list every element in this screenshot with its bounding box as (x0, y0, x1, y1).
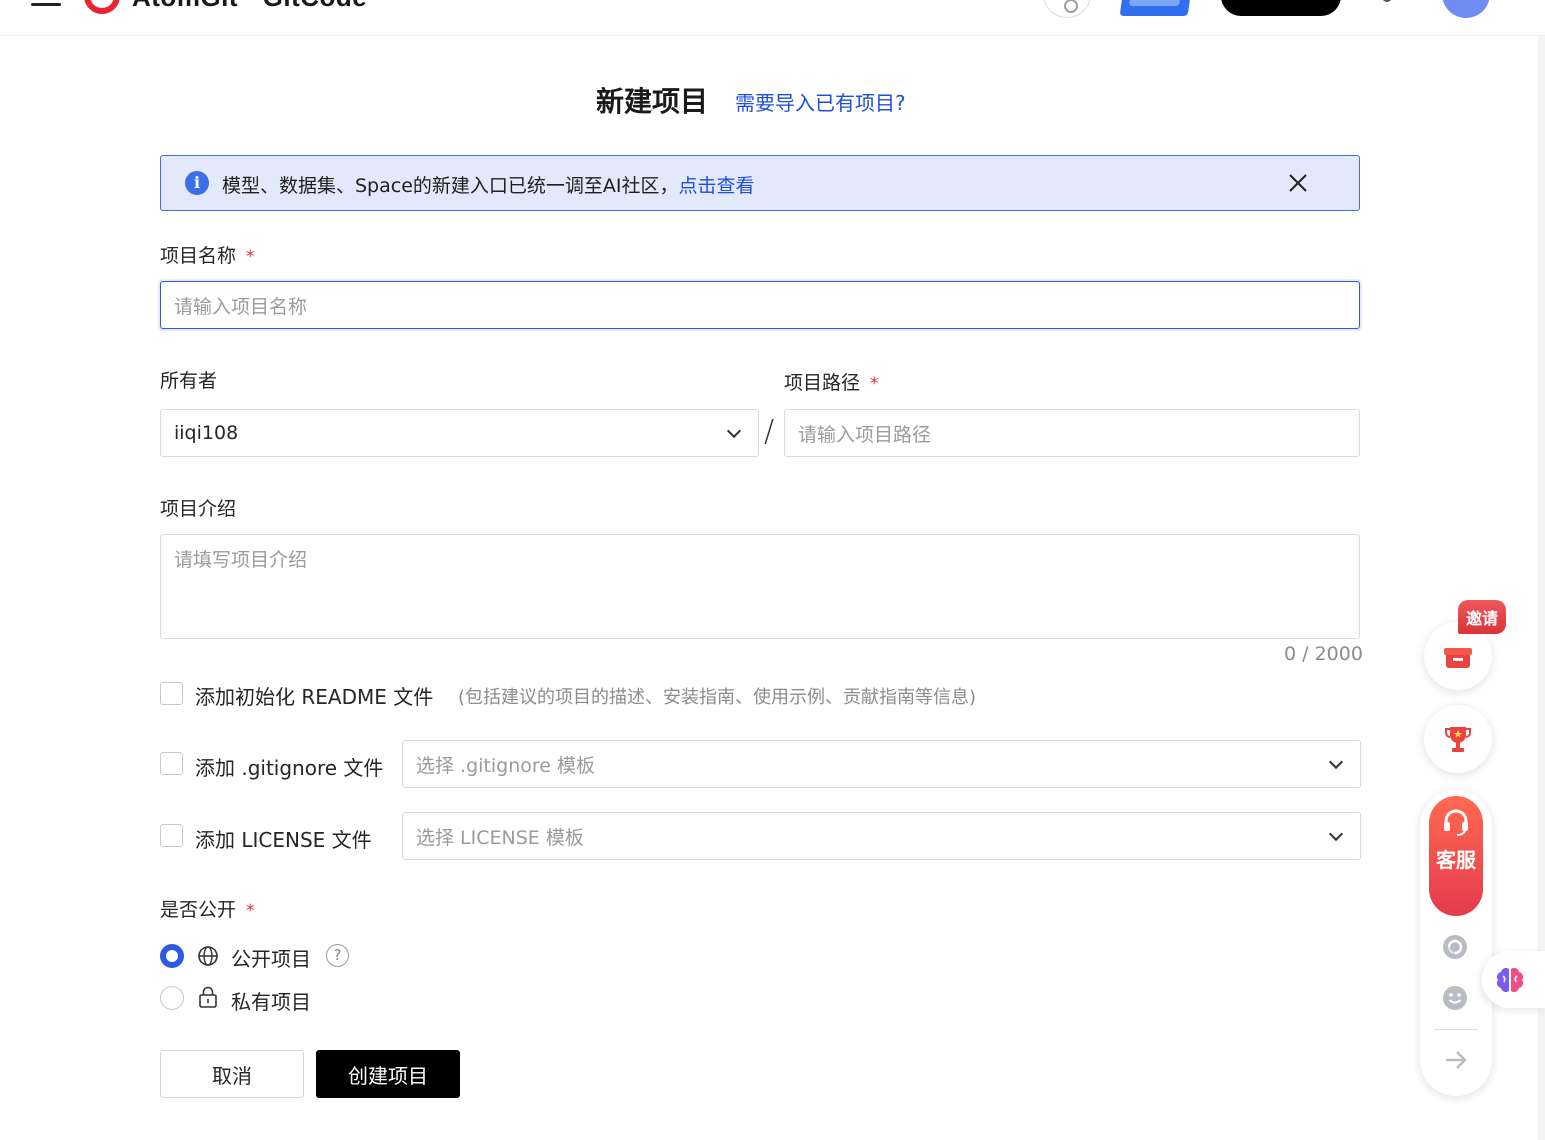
gitignore-placeholder: 选择 .gitignore 模板 (416, 754, 595, 777)
notice-message: 模型、数据集、Space的新建入口已统一调至AI社区， (222, 175, 679, 197)
promo-badge[interactable] (1119, 0, 1193, 16)
refresh-icon[interactable] (1440, 932, 1470, 962)
private-option-label[interactable]: 私有项目 (231, 986, 311, 1015)
project-name-label: 项目名称 * (160, 241, 255, 268)
ai-assistant-tab[interactable] (1482, 951, 1545, 1008)
import-project-link[interactable]: 需要导入已有项目? (735, 87, 906, 116)
license-template-select[interactable]: 选择 LICENSE 模板 (402, 812, 1361, 860)
project-path-label: 项目路径 * (784, 368, 879, 395)
arrow-right-icon[interactable] (1443, 1047, 1469, 1073)
description-placeholder: 请填写项目介绍 (174, 549, 308, 571)
project-name-input[interactable]: 请输入项目名称 (160, 281, 1360, 329)
gift-icon (1444, 648, 1472, 668)
required-mark: * (870, 374, 879, 394)
page-title: 新建项目 (596, 85, 709, 118)
gitignore-template-select[interactable]: 选择 .gitignore 模板 (402, 740, 1361, 788)
service-label: 客服 (1436, 848, 1476, 872)
chevron-down-icon (1328, 826, 1344, 842)
logo-icon[interactable] (84, 0, 120, 14)
visibility-label-text: 是否公开 (160, 899, 237, 921)
gitignore-label[interactable]: 添加 .gitignore 文件 (195, 752, 383, 781)
bell-icon[interactable] (1382, 0, 1392, 2)
brain-icon (1496, 967, 1524, 993)
customer-service-button[interactable]: 客服 (1429, 796, 1483, 916)
public-option-label[interactable]: 公开项目 (231, 943, 311, 972)
chevron-down-icon (726, 423, 742, 439)
help-icon[interactable]: ? (326, 944, 349, 967)
project-path-input[interactable]: 请输入项目路径 (784, 409, 1360, 457)
headset-icon (1444, 809, 1468, 836)
trophy-button[interactable] (1424, 705, 1492, 773)
avatar[interactable] (1442, 0, 1490, 18)
invite-badge[interactable]: 邀请 (1458, 600, 1506, 634)
visibility-label: 是否公开 * (160, 895, 255, 922)
description-textarea[interactable]: 请填写项目介绍 (160, 534, 1360, 639)
readme-hint: (包括建议的项目的描述、安装指南、使用示例、贡献指南等信息) (458, 687, 977, 708)
info-icon: i (185, 171, 209, 195)
notice-text: 模型、数据集、Space的新建入口已统一调至AI社区，点击查看 (222, 171, 755, 198)
smile-icon[interactable] (1440, 983, 1470, 1013)
description-counter: 0 / 2000 (1284, 643, 1363, 665)
search-icon[interactable] (1043, 0, 1091, 18)
readme-checkbox[interactable] (160, 682, 183, 705)
project-name-label-text: 项目名称 (160, 245, 237, 267)
project-path-placeholder: 请输入项目路径 (798, 423, 932, 446)
notice-view-link[interactable]: 点击查看 (679, 175, 755, 197)
side-divider (1434, 1029, 1478, 1030)
license-placeholder: 选择 LICENSE 模板 (416, 826, 584, 849)
cancel-button[interactable]: 取消 (160, 1050, 304, 1098)
license-checkbox[interactable] (160, 824, 183, 847)
header-action-button[interactable] (1221, 0, 1341, 16)
owner-label: 所有者 (160, 370, 218, 392)
owner-value: iiqi108 (174, 422, 239, 444)
close-icon[interactable] (1287, 172, 1309, 194)
notice-banner: i 模型、数据集、Space的新建入口已统一调至AI社区，点击查看 (160, 155, 1360, 211)
trophy-icon (1445, 727, 1471, 752)
readme-label[interactable]: 添加初始化 README 文件 (195, 681, 433, 710)
public-radio[interactable] (160, 944, 184, 968)
chevron-down-icon (1328, 754, 1344, 770)
menu-icon[interactable] (31, 0, 61, 8)
project-path-label-text: 项目路径 (784, 372, 861, 394)
gitignore-checkbox[interactable] (160, 752, 183, 775)
project-name-placeholder: 请输入项目名称 (174, 295, 308, 318)
required-mark: * (246, 247, 255, 267)
required-mark: * (246, 901, 255, 921)
description-label: 项目介绍 (160, 498, 237, 520)
private-radio[interactable] (160, 986, 184, 1010)
lock-icon (199, 986, 217, 1008)
top-header: AtomGit · GitCode (0, 0, 1545, 36)
license-label[interactable]: 添加 LICENSE 文件 (195, 824, 372, 853)
globe-icon (198, 946, 218, 966)
brand-name[interactable]: AtomGit · GitCode (132, 0, 367, 13)
owner-select[interactable]: iiqi108 (160, 409, 759, 457)
create-project-button[interactable]: 创建项目 (316, 1050, 460, 1098)
path-separator: / (764, 414, 775, 449)
